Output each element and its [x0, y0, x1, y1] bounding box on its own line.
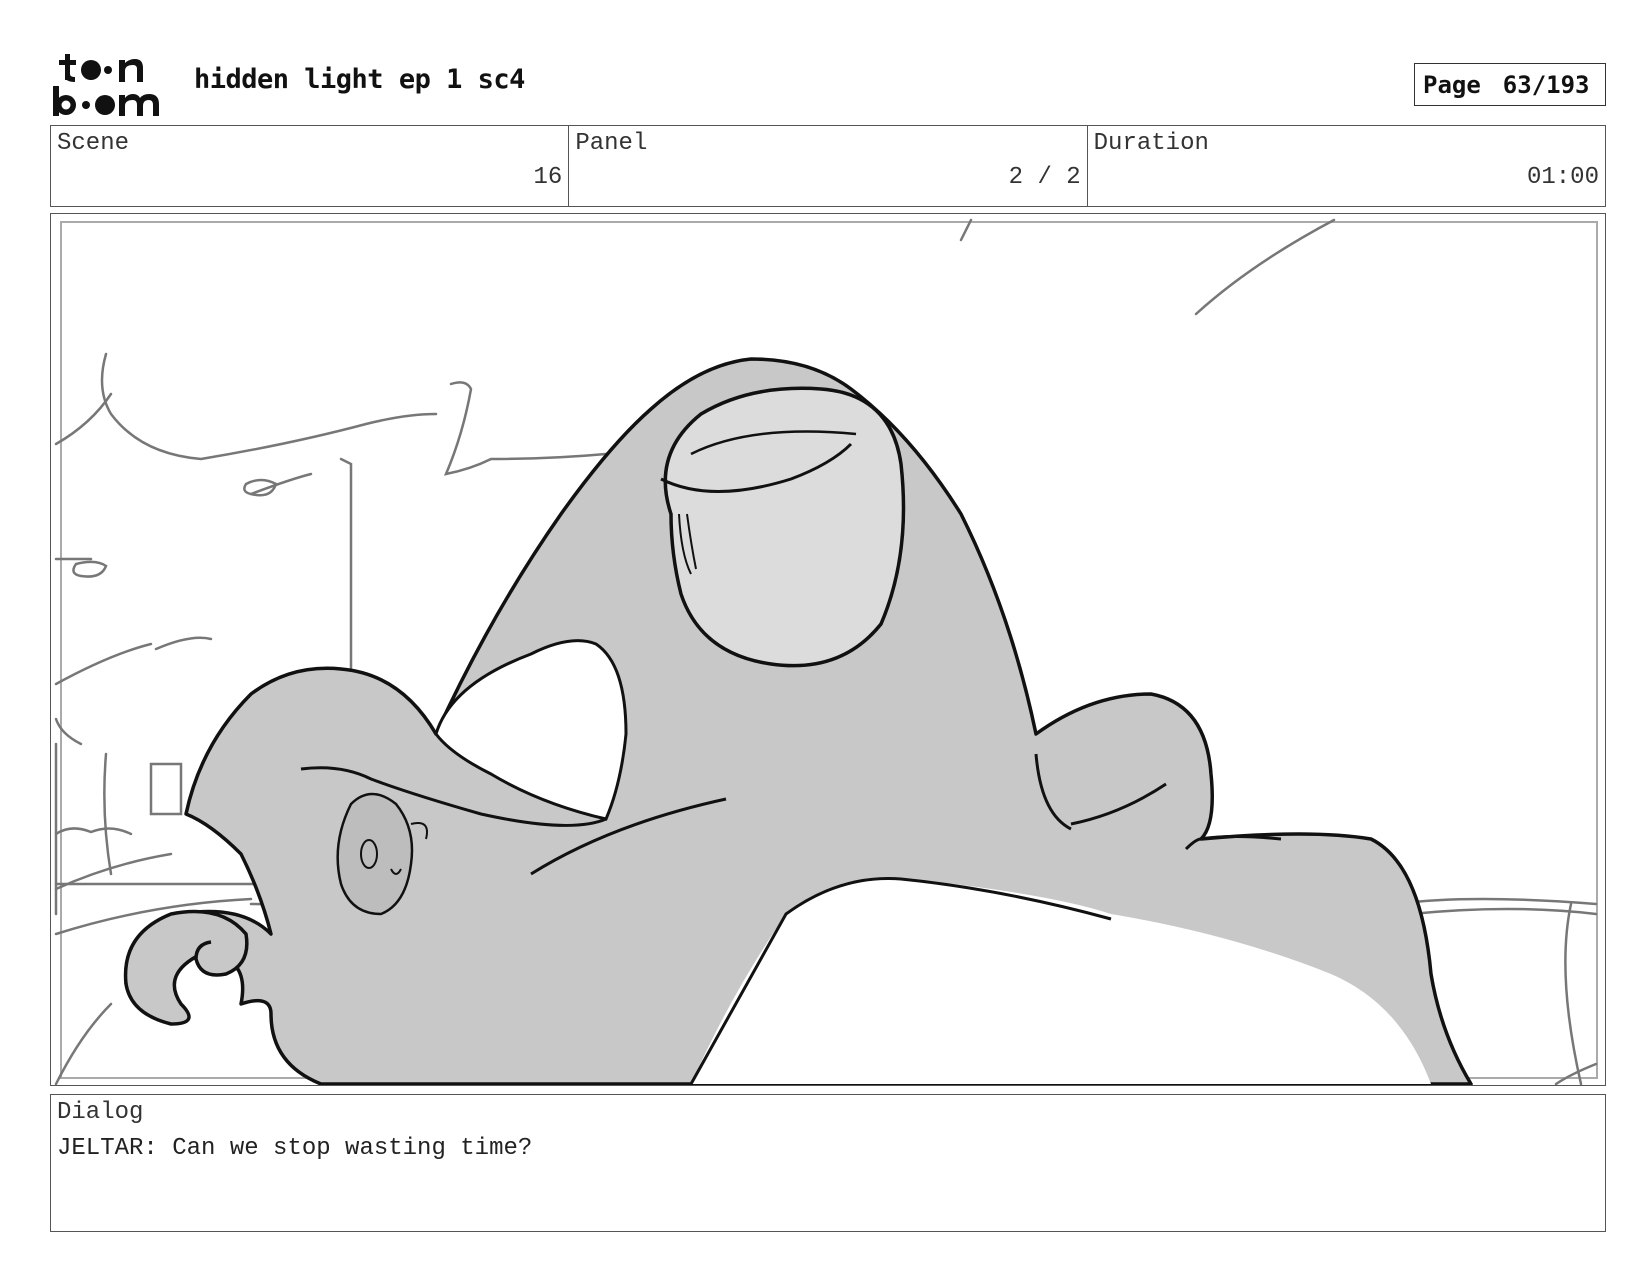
duration-cell: Duration 01:00	[1088, 126, 1605, 206]
scene-value: 16	[533, 164, 563, 191]
scene-cell: Scene 16	[51, 126, 570, 206]
panel-cell: Panel 2 / 2	[569, 126, 1088, 206]
octopus-sketch	[54, 218, 1598, 1085]
dialog-label: Dialog	[57, 1099, 144, 1126]
toon-boom-logo	[53, 54, 159, 116]
dialog-box: Dialog JELTAR: Can we stop wasting time?	[50, 1094, 1606, 1232]
panel-value: 2 / 2	[1008, 164, 1081, 191]
duration-value: 01:00	[1526, 164, 1599, 191]
scene-label: Scene	[57, 130, 130, 157]
duration-label: Duration	[1093, 130, 1209, 157]
dialog-text: JELTAR: Can we stop wasting time?	[57, 1135, 533, 1162]
page-value: 63/193	[1502, 70, 1590, 99]
document-title: hidden light ep 1 sc4	[194, 64, 525, 95]
page-label: Page	[1423, 70, 1481, 99]
page-counter: Page 63/193	[1414, 63, 1606, 106]
panel-label: Panel	[575, 130, 648, 157]
storyboard-panel-image	[50, 213, 1606, 1086]
panel-info-row: Scene 16 Panel 2 / 2 Duration 01:00	[50, 125, 1606, 207]
